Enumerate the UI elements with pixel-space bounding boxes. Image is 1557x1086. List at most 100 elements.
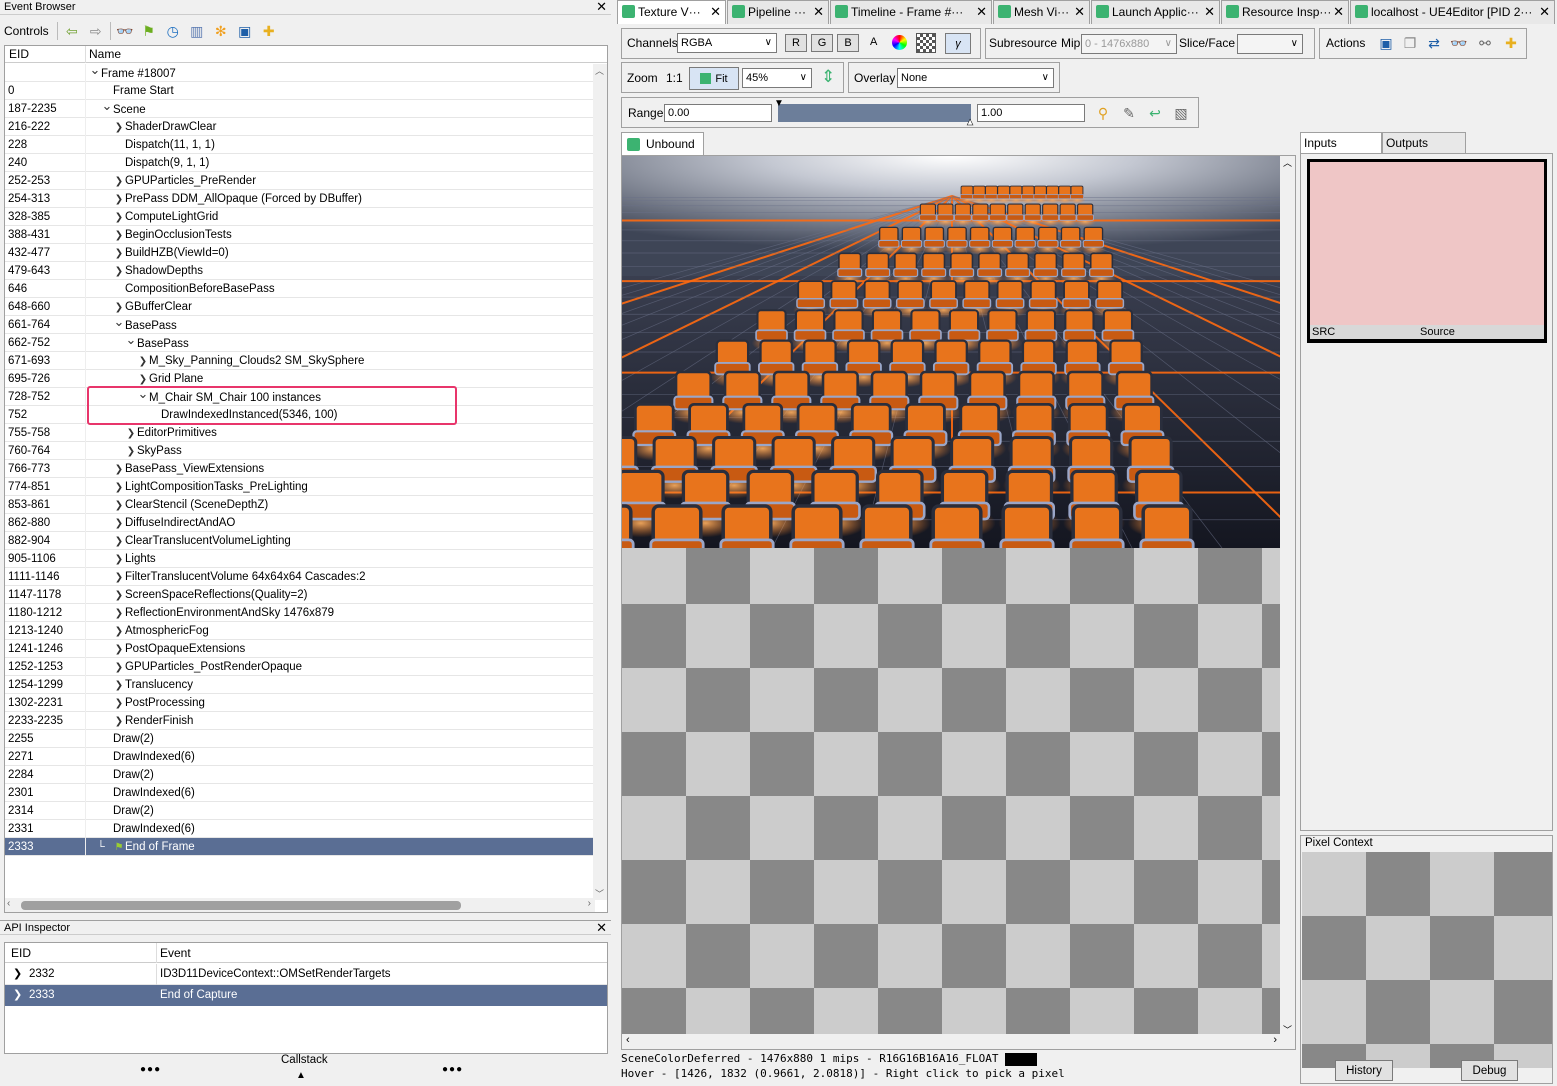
event-tree-row[interactable]: 1241-1246 ❯ PostOpaqueExtensions <box>5 640 593 658</box>
chevron-right-icon[interactable]: ❯ <box>113 587 125 605</box>
chevron-down-icon[interactable]: ⌄ <box>113 313 125 331</box>
event-tree-row[interactable]: 2233-2235 ❯ RenderFinish <box>5 712 593 730</box>
event-tree-row[interactable]: 254-313 ❯ PrePass DDM_AllOpaque (Forced by… <box>5 190 593 208</box>
range-min-input[interactable]: 0.00 <box>664 104 772 122</box>
checkerboard-icon[interactable] <box>916 33 936 53</box>
puzzle-icon[interactable]: ✚ <box>1502 34 1520 52</box>
flip-vertical-icon[interactable]: ⇕ <box>821 67 835 87</box>
chevron-right-icon[interactable]: ❯ <box>113 569 125 587</box>
chevron-right-icon[interactable]: ❯ <box>113 209 125 227</box>
event-tree-row[interactable]: 187-2235 ⌄Scene <box>5 97 593 118</box>
event-tree-row[interactable]: 252-253 ❯ GPUParticles_PreRender <box>5 172 593 190</box>
event-tree-row[interactable]: 882-904 ❯ ClearTranslucentVolumeLighting <box>5 532 593 550</box>
chevron-down-icon[interactable]: ⌄ <box>89 61 101 79</box>
chevron-right-icon[interactable]: ❯ <box>113 551 125 569</box>
event-tree-row[interactable]: 2255 Draw(2) <box>5 730 593 748</box>
binoculars-icon[interactable]: 👓 <box>116 22 134 40</box>
chevron-right-icon[interactable]: ❯ <box>113 227 125 245</box>
tab-launch-application[interactable]: Launch Applic··· ✕ <box>1091 0 1220 24</box>
texture-vertical-scrollbar[interactable]: ︿ ﹀ <box>1280 156 1295 1036</box>
close-icon[interactable]: ✕ <box>1204 1 1215 23</box>
event-tree[interactable]: EID Name ⌄Frame #18007 0 Frame Start 187-22… <box>4 45 608 913</box>
range-max-input[interactable]: 1.00 <box>977 104 1085 122</box>
fit-button[interactable]: Fit <box>689 67 739 90</box>
api-col-event-header[interactable]: Event <box>160 946 191 960</box>
event-tree-row[interactable]: 671-693 ❯ M_Sky_Panning_Clouds2 SM_SkySphe… <box>5 352 593 370</box>
chevron-right-icon[interactable]: ❯ <box>113 119 125 137</box>
scroll-right-icon[interactable]: › <box>588 898 591 909</box>
scroll-up-icon[interactable]: ︿ <box>595 64 604 77</box>
event-tree-row[interactable]: 1302-2231 ❯ PostProcessing <box>5 694 593 712</box>
color-wheel-icon[interactable] <box>892 35 907 50</box>
chevron-right-icon[interactable]: ❯ <box>113 173 125 191</box>
range-max-handle[interactable]: ▲ <box>965 117 975 129</box>
inputs-tab[interactable]: Inputs <box>1300 132 1382 154</box>
save-icon[interactable]: ▣ <box>1377 34 1395 52</box>
source-thumbnail[interactable]: SRC Source <box>1307 159 1547 343</box>
vertical-scrollbar[interactable]: ︿ ﹀ <box>593 64 607 900</box>
event-tree-row[interactable]: 662-752 ⌄BasePass <box>5 332 593 352</box>
flag-icon[interactable]: ⚑ <box>140 22 158 40</box>
histogram-icon[interactable]: ▧ <box>1172 104 1190 122</box>
event-tree-row[interactable]: 216-222 ❯ ShaderDrawClear <box>5 118 593 136</box>
back-arrow-icon[interactable]: ⇦ <box>63 22 81 40</box>
texture-view[interactable]: ︿ ﹀ ‹ › <box>621 155 1296 1050</box>
chevron-right-icon[interactable]: ❯ <box>113 605 125 623</box>
event-tree-row[interactable]: 2284 Draw(2) <box>5 766 593 784</box>
unbound-tab[interactable]: Unbound <box>621 132 704 156</box>
expand-chevron-icon[interactable]: ❯ <box>13 964 22 984</box>
horizontal-scrollbar[interactable]: ‹ › <box>5 898 595 912</box>
chevron-right-icon[interactable]: ❯ <box>113 533 125 551</box>
close-icon[interactable]: ✕ <box>596 0 607 14</box>
chevron-right-icon[interactable]: ❯ <box>113 623 125 641</box>
tab-resource-inspector[interactable]: Resource Insp··· ✕ <box>1221 0 1349 24</box>
chevron-down-icon[interactable]: ⌄ <box>101 97 113 115</box>
chevron-right-icon[interactable]: ❯ <box>113 677 125 695</box>
close-icon[interactable]: ✕ <box>976 1 987 23</box>
tab-pipeline[interactable]: Pipeline ··· ✕ <box>727 0 829 24</box>
save-icon[interactable]: ▣ <box>236 22 254 40</box>
event-tree-row[interactable]: 1147-1178 ❯ ScreenSpaceReflections(Quality… <box>5 586 593 604</box>
chevron-right-icon[interactable]: ❯ <box>137 353 149 371</box>
history-button[interactable]: History <box>1335 1060 1393 1081</box>
event-tree-row[interactable]: 853-861 ❯ ClearStencil (SceneDepthZ) <box>5 496 593 514</box>
col-eid-header[interactable]: EID <box>9 47 29 61</box>
close-icon[interactable]: ✕ <box>710 1 721 23</box>
chevron-right-icon[interactable]: ❯ <box>113 245 125 263</box>
scroll-left-icon[interactable]: ‹ <box>7 898 10 909</box>
event-tree-row[interactable]: 328-385 ❯ ComputeLightGrid <box>5 208 593 226</box>
more-dots-right-icon[interactable]: ●●● <box>442 1064 463 1075</box>
mip-select[interactable]: 0 - 1476x880 ∨ <box>1081 34 1177 54</box>
event-tree-row[interactable]: ⌄Frame #18007 <box>5 61 593 82</box>
chevron-right-icon[interactable]: ❯ <box>113 515 125 533</box>
zoom-range-icon[interactable]: ⚲ <box>1094 104 1112 122</box>
close-icon[interactable]: ✕ <box>813 1 824 23</box>
pixel-context-view[interactable] <box>1302 852 1552 1068</box>
col-name-header[interactable]: Name <box>89 47 121 61</box>
gamma-icon[interactable]: γ <box>945 33 971 54</box>
range-min-handle[interactable]: ▼ <box>774 98 784 109</box>
event-tree-row[interactable]: 1111-1146 ❯ FilterTranslucentVolume 64x64x… <box>5 568 593 586</box>
event-tree-row[interactable]: 2333 └ ⚑ End of Frame <box>5 838 593 856</box>
chevron-right-icon[interactable]: ❯ <box>113 479 125 497</box>
blue-channel-toggle[interactable]: B <box>837 34 859 52</box>
close-icon[interactable]: ✕ <box>596 921 607 935</box>
event-tree-row[interactable]: 1252-1253 ❯ GPUParticles_PostRenderOpaque <box>5 658 593 676</box>
chevron-right-icon[interactable]: ❯ <box>113 461 125 479</box>
auto-fit-icon[interactable]: ✎ <box>1120 104 1138 122</box>
tab-connection[interactable]: localhost - UE4Editor [PID 2··· ✕ <box>1350 0 1555 24</box>
close-icon[interactable]: ✕ <box>1074 1 1085 23</box>
chart-icon[interactable]: ▥ <box>188 22 206 40</box>
puzzle-icon[interactable]: ✚ <box>260 22 278 40</box>
event-tree-row[interactable]: 648-660 ❯ GBufferClear <box>5 298 593 316</box>
debug-button[interactable]: Debug <box>1461 1060 1518 1081</box>
scroll-left-icon[interactable]: ‹ <box>626 1034 630 1046</box>
event-tree-row[interactable]: 1213-1240 ❯ AtmosphericFog <box>5 622 593 640</box>
binoculars-icon[interactable]: 👓 <box>1450 34 1468 52</box>
event-tree-row[interactable]: 862-880 ❯ DiffuseIndirectAndAO <box>5 514 593 532</box>
api-table[interactable]: EID Event ❯ 2332 ID3D11DeviceContext::OM… <box>4 942 608 1054</box>
event-tree-row[interactable]: 755-758 ❯ EditorPrimitives <box>5 424 593 442</box>
overlay-select[interactable]: None ∨ <box>897 68 1054 88</box>
scroll-down-icon[interactable]: ﹀ <box>595 887 604 900</box>
forward-arrow-icon[interactable]: ⇨ <box>87 22 105 40</box>
